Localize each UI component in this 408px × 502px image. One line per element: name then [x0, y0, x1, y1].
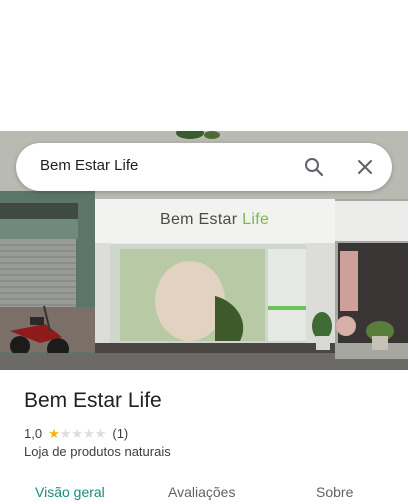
place-title: Bem Estar Life [24, 389, 162, 412]
search-input[interactable]: Bem Estar Life [40, 157, 138, 174]
clear-search-button[interactable] [352, 154, 378, 180]
rating-value: 1,0 [24, 425, 43, 441]
sign-text-main: Bem Estar [160, 211, 243, 228]
tab-overview[interactable]: Visão geral [35, 484, 105, 500]
search-icon [305, 158, 324, 177]
storefront-sign: Bem Estar Life [160, 211, 269, 229]
star-empty-icon: ★ [94, 425, 107, 441]
close-icon [358, 160, 372, 174]
search-button[interactable] [301, 154, 327, 180]
star-empty-icon: ★ [71, 425, 84, 441]
sign-text-life: Life [242, 211, 270, 228]
tab-about[interactable]: Sobre [316, 484, 353, 500]
star-filled-icon: ★ [48, 425, 60, 441]
tab-reviews[interactable]: Avaliações [168, 484, 235, 500]
rating-row[interactable]: 1,0 ★ ★ ★ ★ ★ (1) [24, 424, 128, 442]
place-category: Loja de produtos naturais [24, 444, 171, 459]
place-details-page: Bem Estar Life Bem Estar Life Bem Estar … [0, 0, 408, 502]
place-tabs: Visão geral Avaliações Sobre [0, 482, 408, 502]
review-count: (1) [112, 425, 129, 441]
rating-stars: ★ ★ ★ ★ ★ [48, 427, 106, 440]
search-bar[interactable]: Bem Estar Life [16, 143, 392, 191]
star-empty-icon: ★ [83, 425, 95, 441]
star-empty-icon: ★ [59, 425, 72, 441]
